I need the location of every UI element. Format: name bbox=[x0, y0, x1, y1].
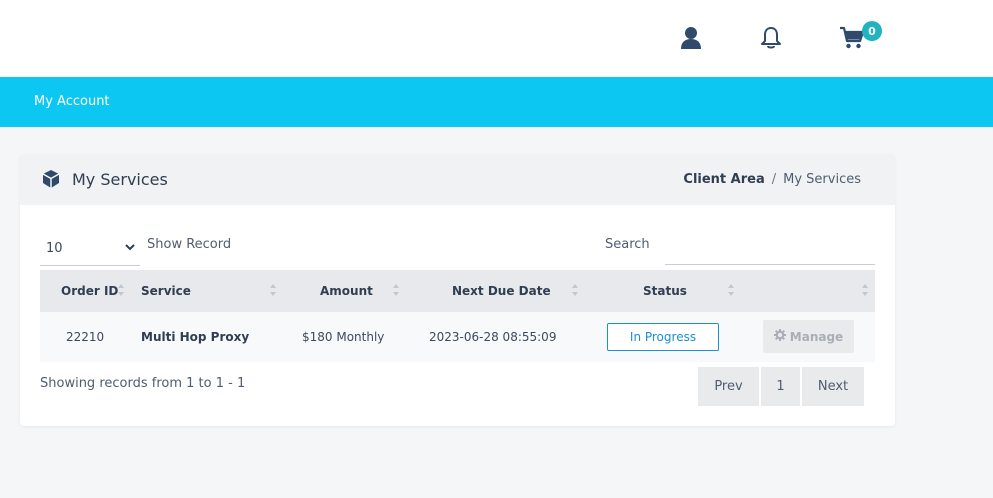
breadcrumb-current: My Services bbox=[783, 172, 861, 187]
next-page-button[interactable]: Next bbox=[802, 367, 864, 406]
prev-page-button[interactable]: Prev bbox=[698, 367, 759, 406]
status-badge: In Progress bbox=[607, 323, 719, 351]
sort-icon[interactable] bbox=[117, 282, 125, 298]
manage-button-label: Manage bbox=[789, 329, 844, 344]
show-record-label: Show Record bbox=[147, 237, 232, 252]
table-header: Order ID Service Amount Next Due Date St… bbox=[40, 270, 875, 312]
chevron-down-icon bbox=[124, 241, 136, 253]
search-label: Search bbox=[605, 237, 650, 252]
sort-icon[interactable] bbox=[861, 282, 869, 298]
cell-next-due-date: 2023-06-28 08:55:09 bbox=[429, 330, 557, 344]
nav-bar: My Account bbox=[0, 77, 993, 127]
user-icon[interactable] bbox=[678, 24, 704, 52]
sort-icon[interactable] bbox=[727, 282, 735, 298]
page-1-button[interactable]: 1 bbox=[761, 367, 800, 406]
cell-service[interactable]: Multi Hop Proxy bbox=[141, 330, 249, 344]
card-header: My Services Client Area / My Services bbox=[20, 154, 895, 205]
cart-count-badge: 0 bbox=[862, 21, 882, 41]
cart-icon[interactable] bbox=[839, 24, 865, 52]
records-info: Showing records from 1 to 1 - 1 bbox=[40, 376, 246, 391]
breadcrumb: Client Area / My Services bbox=[683, 172, 861, 187]
sort-icon[interactable] bbox=[392, 282, 400, 298]
page-title: My Services bbox=[72, 170, 168, 189]
search-input[interactable] bbox=[665, 231, 875, 265]
column-header-amount[interactable]: Amount bbox=[320, 284, 373, 298]
breadcrumb-client-area[interactable]: Client Area bbox=[683, 172, 764, 187]
breadcrumb-separator: / bbox=[771, 172, 777, 187]
box-icon bbox=[41, 169, 61, 189]
services-card: My Services Client Area / My Services 10 S… bbox=[20, 154, 895, 426]
sort-icon[interactable] bbox=[571, 282, 579, 298]
column-header-order-id[interactable]: Order ID bbox=[61, 284, 118, 298]
cell-amount: $180 Monthly bbox=[302, 330, 385, 344]
records-length-value: 10 bbox=[46, 240, 63, 256]
column-header-service[interactable]: Service bbox=[141, 284, 191, 298]
gear-icon bbox=[773, 329, 786, 344]
nav-my-account[interactable]: My Account bbox=[34, 94, 110, 109]
column-header-next-due-date[interactable]: Next Due Date bbox=[452, 284, 551, 298]
records-length-select[interactable]: 10 bbox=[40, 231, 140, 266]
cell-order-id: 22210 bbox=[66, 330, 105, 344]
column-header-status[interactable]: Status bbox=[643, 284, 687, 298]
sort-icon[interactable] bbox=[269, 282, 277, 298]
table-row: 22210 Multi Hop Proxy $180 Monthly 2023-… bbox=[40, 312, 875, 362]
manage-button[interactable]: Manage bbox=[763, 320, 854, 353]
bell-icon[interactable] bbox=[758, 24, 784, 52]
top-bar: 0 bbox=[0, 0, 993, 77]
